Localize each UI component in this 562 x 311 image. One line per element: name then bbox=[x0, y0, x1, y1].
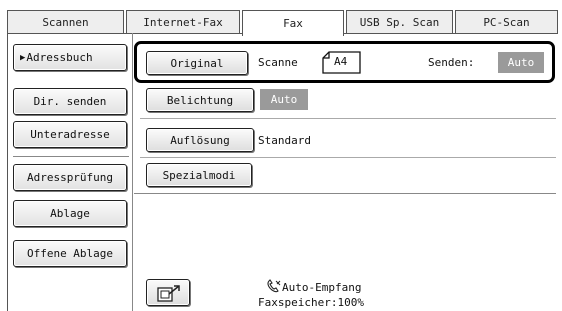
tab-label: Internet-Fax bbox=[143, 16, 223, 29]
button-label: Original bbox=[170, 56, 224, 70]
paper-size-a4-icon: A4 bbox=[322, 51, 362, 74]
document-arrow-button[interactable] bbox=[146, 279, 190, 306]
tab-internet-fax[interactable]: Internet-Fax bbox=[126, 10, 240, 34]
sidebar-item-offene-ablage[interactable]: Offene Ablage bbox=[13, 240, 127, 267]
fax-memory-status: Faxspeicher:100% bbox=[258, 296, 364, 309]
sidebar-item-label: Dir. senden bbox=[33, 95, 107, 108]
row-divider bbox=[140, 157, 556, 158]
tab-label: USB Sp. Scan bbox=[359, 16, 440, 29]
original-button[interactable]: Original bbox=[146, 51, 248, 75]
sidebar-item-dir-senden[interactable]: Dir. senden bbox=[13, 88, 127, 115]
tab-pc-scan[interactable]: PC-Scan bbox=[455, 10, 558, 34]
sidebar-item-label: Unteradresse bbox=[30, 128, 110, 141]
sidebar-item-label: Offene Ablage bbox=[26, 247, 114, 260]
badge-text: Auto bbox=[507, 56, 535, 69]
exposure-auto-badge: Auto bbox=[260, 89, 308, 110]
badge-text: Auto bbox=[270, 93, 298, 106]
exposure-button[interactable]: Belichtung bbox=[146, 88, 254, 112]
row-divider bbox=[140, 118, 556, 119]
button-label: Belichtung bbox=[166, 93, 234, 107]
send-label: Senden: bbox=[428, 56, 475, 69]
resolution-value: Standard bbox=[258, 134, 311, 147]
sidebar-separator bbox=[13, 156, 129, 157]
auto-receive-status: Auto-Empfang bbox=[282, 281, 362, 294]
frame-border bbox=[7, 33, 8, 311]
sidebar-item-adressbuch[interactable]: ▶ Adressbuch bbox=[13, 44, 127, 71]
original-value: Scanne bbox=[258, 56, 298, 69]
sidebar-divider bbox=[132, 33, 133, 311]
tab-usb-scan[interactable]: USB Sp. Scan bbox=[346, 10, 453, 34]
sidebar-item-adresspruefung[interactable]: Adressprüfung bbox=[13, 164, 127, 191]
sidebar-item-label: Adressprüfung bbox=[26, 171, 114, 184]
special-modes-button[interactable]: Spezialmodi bbox=[146, 163, 252, 187]
sidebar-item-unteradresse[interactable]: Unteradresse bbox=[13, 121, 127, 148]
sidebar-item-ablage[interactable]: Ablage bbox=[13, 200, 127, 227]
sidebar-item-label: Adressbuch bbox=[26, 51, 93, 64]
tab-label: Fax bbox=[283, 17, 303, 30]
document-arrow-icon bbox=[157, 285, 180, 302]
resolution-button[interactable]: Auflösung bbox=[146, 128, 254, 152]
fax-screen: Scannen Internet-Fax Fax USB Sp. Scan PC… bbox=[0, 0, 562, 311]
section-divider bbox=[134, 193, 556, 194]
triangle-right-icon: ▶ bbox=[20, 52, 26, 63]
tab-label: Scannen bbox=[42, 16, 89, 29]
button-label: Auflösung bbox=[170, 133, 230, 147]
tab-label: PC-Scan bbox=[483, 16, 530, 29]
tab-fax[interactable]: Fax bbox=[242, 10, 344, 36]
button-label: Spezialmodi bbox=[162, 168, 236, 182]
sidebar-item-label: Ablage bbox=[50, 207, 90, 220]
tab-scannen[interactable]: Scannen bbox=[7, 10, 124, 34]
phone-icon bbox=[266, 279, 282, 293]
paper-size-label: A4 bbox=[334, 55, 348, 68]
send-auto-badge: Auto bbox=[498, 52, 544, 73]
